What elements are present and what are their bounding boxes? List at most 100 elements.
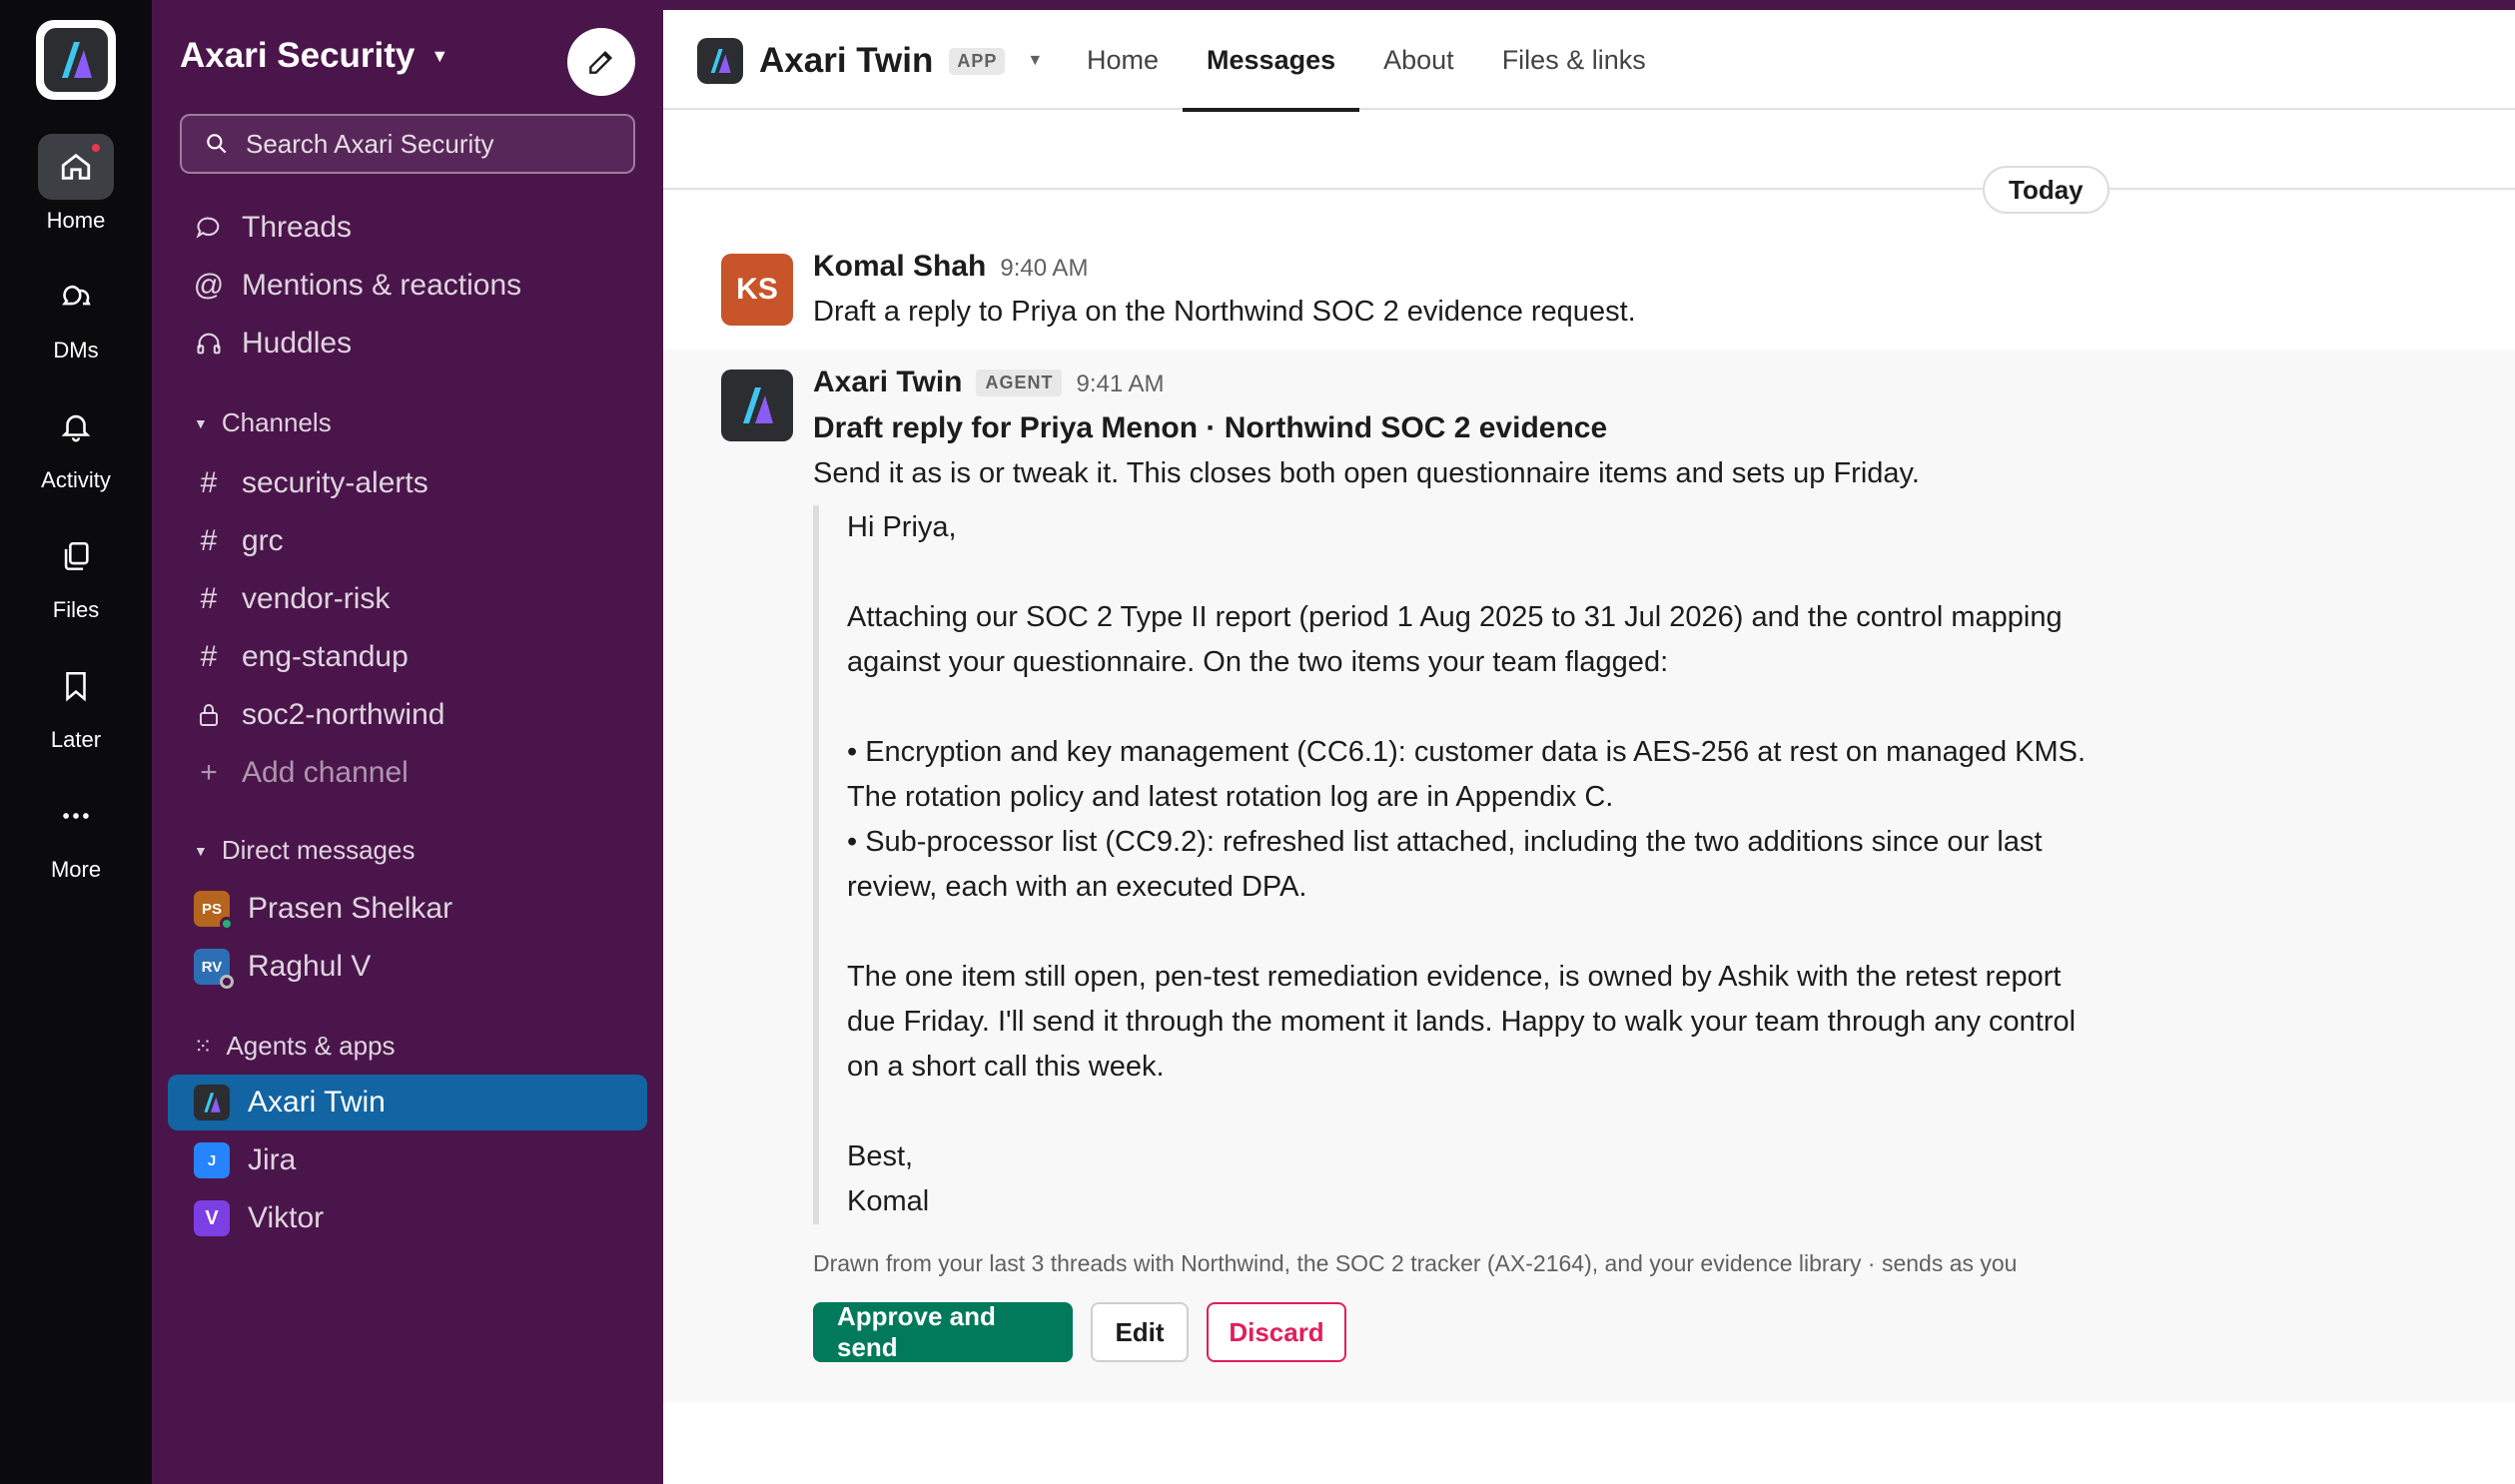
sidebar-channel[interactable]: # security-alerts (168, 455, 647, 511)
channel-title[interactable]: Axari Twin APP ▼ (697, 38, 1043, 84)
avatar: PS (194, 891, 234, 931)
sidebar-channel-private[interactable]: soc2-northwind (168, 687, 647, 743)
author-name[interactable]: Komal Shah (813, 250, 986, 284)
rail-more[interactable]: More (0, 783, 152, 883)
hash-icon: # (200, 640, 218, 673)
lock-icon (194, 700, 224, 730)
sidebar-channel[interactable]: # vendor-risk (168, 571, 647, 627)
day-divider-pill[interactable]: Today (1983, 166, 2109, 214)
hash-icon: # (200, 524, 218, 557)
section-label: Channels (221, 407, 332, 437)
rail-later[interactable]: Later (0, 653, 152, 753)
hash-icon: # (200, 466, 218, 499)
sidebar-app-axari-twin[interactable]: Axari Twin (168, 1075, 647, 1130)
channel-label: eng-standup (242, 640, 409, 673)
headphones-icon (194, 329, 224, 359)
tab-home[interactable]: Home (1063, 10, 1183, 110)
draft-line: Hi Priya, (847, 511, 957, 543)
day-label: Today (2009, 174, 2084, 205)
sidebar-channel[interactable]: # eng-standup (168, 629, 647, 685)
sidebar-app-jira[interactable]: J Jira (168, 1132, 647, 1188)
app-badge: APP (949, 47, 1006, 75)
add-channel-button[interactable]: + Add channel (168, 745, 647, 801)
message-header: Axari Twin AGENT 9:41 AM (813, 366, 1165, 399)
main-pane: Axari Twin APP ▼ Home Messages About Fil… (663, 10, 2515, 1484)
tab-label: Files & links (1501, 44, 1646, 75)
workspace-name[interactable]: Axari Security ▼ (180, 36, 448, 76)
draft-line (847, 685, 2092, 730)
draft-line: due Friday. I'll send it through the mom… (847, 1006, 2077, 1038)
rail-dms[interactable]: DMs (0, 264, 152, 364)
draft-actions: Approve and send Edit Discard (813, 1301, 1346, 1362)
author-name[interactable]: Axari Twin (813, 366, 962, 399)
search-input[interactable]: Search Axari Security (180, 114, 635, 174)
apps-grid-icon: ⁙ (194, 1033, 213, 1059)
compose-button[interactable] (567, 28, 635, 96)
dm-section-header[interactable]: ▼ Direct messages (194, 835, 415, 866)
axari-logo-icon[interactable] (721, 370, 793, 441)
axari-logo-icon (697, 38, 743, 84)
section-label: Agents & apps (226, 1031, 396, 1061)
rail-files[interactable]: Files (0, 523, 152, 623)
workspace-label: Axari Security (180, 36, 416, 75)
avatar[interactable]: KS (721, 254, 793, 326)
draft-quote-block: Hi Priya, Attaching our SOC 2 Type II re… (813, 505, 2092, 1224)
sidebar-item-label: Huddles (242, 327, 353, 360)
sidebar-dm[interactable]: RV Raghul V (168, 939, 647, 995)
rail-label: Activity (41, 467, 111, 492)
draft-line (847, 1090, 2092, 1134)
rail-home[interactable]: Home (0, 134, 152, 234)
tab-files-links[interactable]: Files & links (1478, 10, 1670, 110)
draft-line: Best, (847, 1140, 914, 1172)
draft-line: • Sub-processor list (CC9.2): refreshed … (847, 826, 2043, 858)
bell-icon (38, 393, 114, 459)
provenance-note: Drawn from your last 3 threads with Nort… (813, 1250, 2018, 1276)
edit-button[interactable]: Edit (1091, 1302, 1189, 1362)
sidebar-item-huddles[interactable]: Huddles (168, 316, 647, 371)
tab-messages[interactable]: Messages (1183, 10, 1360, 112)
window-top-border (663, 0, 2515, 10)
viktor-icon: V (194, 1200, 230, 1236)
caret-down-icon: ▼ (194, 414, 208, 431)
rail-activity[interactable]: Activity (0, 393, 152, 493)
caret-down-icon: ▼ (194, 842, 208, 859)
channel-label: soc2-northwind (242, 698, 445, 731)
app-rail: Home DMs Activity Files Later More (0, 0, 152, 1484)
tab-about[interactable]: About (1359, 10, 1478, 110)
draft-line: Attaching our SOC 2 Type II report (peri… (847, 601, 2063, 633)
app-label: Axari Twin (248, 1086, 386, 1118)
sidebar-item-threads[interactable]: Threads (168, 200, 647, 256)
compose-icon (589, 50, 613, 74)
draft-line: against your questionnaire. On the two i… (847, 646, 1669, 678)
timestamp[interactable]: 9:40 AM (1000, 255, 1088, 283)
draft-line: • Encryption and key management (CC6.1):… (847, 736, 2087, 768)
app-initial: J (207, 1151, 217, 1169)
chevron-down-icon: ▼ (1027, 52, 1044, 69)
draft-line: The rotation policy and latest rotation … (847, 781, 1614, 813)
bookmark-icon (38, 653, 114, 719)
apps-section-header[interactable]: ⁙ Agents & apps (194, 1031, 396, 1062)
approve-and-send-button[interactable]: Approve and send (813, 1301, 1073, 1362)
draft-subtitle: Send it as is or tweak it. This closes b… (813, 457, 1920, 489)
sidebar-channel[interactable]: # grc (168, 513, 647, 569)
message-header: Komal Shah 9:40 AM (813, 250, 1088, 284)
timestamp[interactable]: 9:41 AM (1076, 371, 1164, 398)
workspace-logo[interactable] (36, 20, 116, 100)
discard-button[interactable]: Discard (1207, 1302, 1346, 1362)
channels-section-header[interactable]: ▼ Channels (194, 407, 332, 438)
app-label: Jira (248, 1143, 297, 1176)
axari-logo-icon (44, 28, 108, 92)
rail-label: DMs (53, 338, 99, 363)
sidebar-item-label: Mentions & reactions (242, 269, 522, 302)
app-initial: V (205, 1206, 219, 1229)
sidebar-dm[interactable]: PS Prasen Shelkar (168, 881, 647, 937)
notification-dot (90, 142, 102, 154)
rail-label: Home (46, 208, 106, 233)
add-channel-label: Add channel (242, 756, 409, 789)
more-icon (38, 783, 114, 849)
draft-line: on a short call this week. (847, 1051, 1165, 1083)
sidebar-app-viktor[interactable]: V Viktor (168, 1190, 647, 1246)
presence-indicator (220, 917, 234, 931)
dm-icon (38, 264, 114, 330)
sidebar-item-mentions[interactable]: @ Mentions & reactions (168, 258, 647, 314)
